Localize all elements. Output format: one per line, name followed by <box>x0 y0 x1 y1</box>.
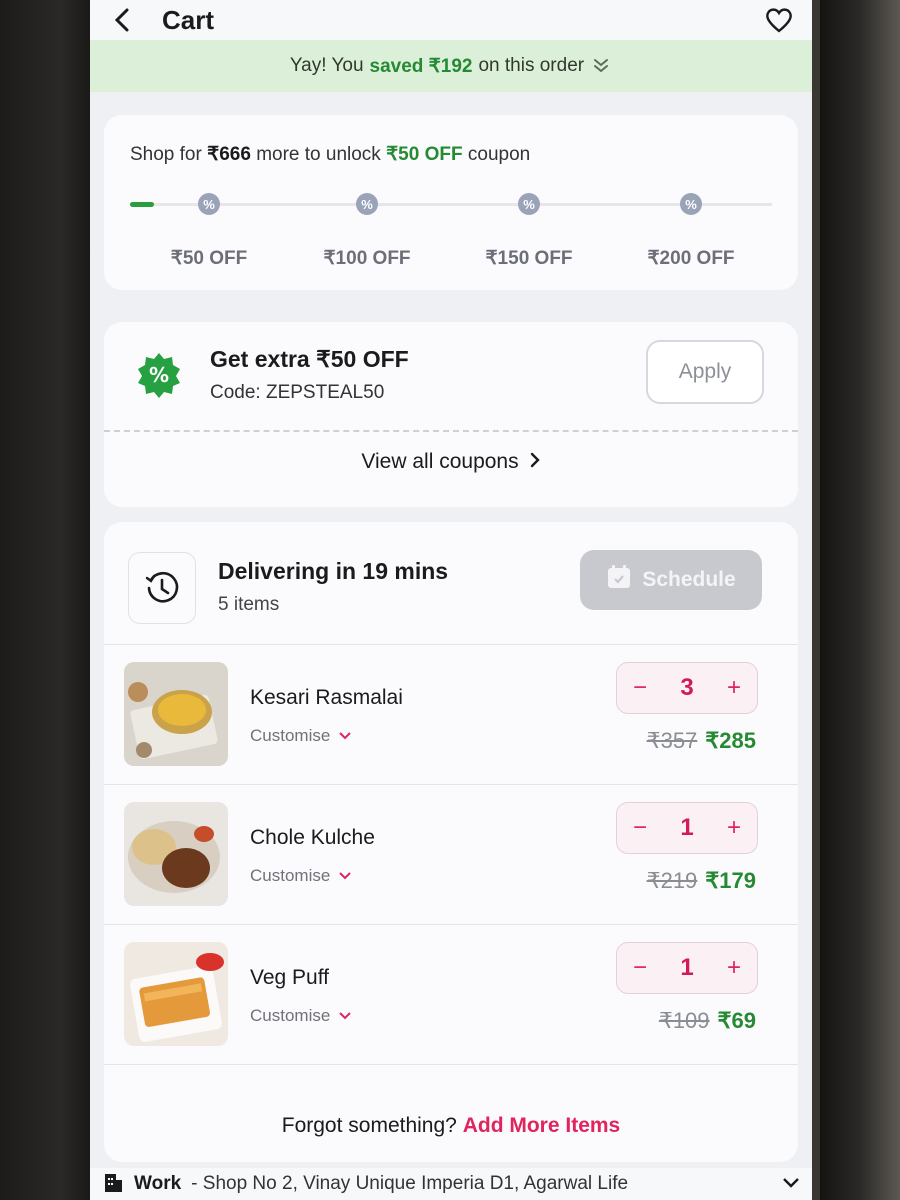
mrp-price: ₹109 <box>658 1008 710 1033</box>
customise-toggle[interactable]: Customise <box>250 866 352 886</box>
delivery-address-bar[interactable]: Work - Shop No 2, Vinay Unique Imperia D… <box>90 1168 812 1200</box>
chevron-down-icon <box>338 866 352 886</box>
sale-price: ₹179 <box>705 868 756 893</box>
wishlist-heart-icon[interactable] <box>764 7 794 33</box>
quantity-value: 1 <box>680 814 694 841</box>
svg-text:%: % <box>149 363 169 387</box>
offer-percent-icon: % <box>136 352 182 398</box>
quantity-stepper: − 1 + <box>616 942 758 994</box>
schedule-label: Schedule <box>642 568 736 591</box>
building-icon <box>102 1170 124 1198</box>
chevron-down-icon <box>338 1006 352 1026</box>
item-name: Chole Kulche <box>250 826 375 849</box>
savings-suffix: on this order <box>478 55 585 76</box>
item-price: ₹109 ₹69 <box>659 1008 756 1034</box>
savings-banner[interactable]: Yay! You saved ₹192 on this order <box>90 40 812 92</box>
quantity-stepper: − 3 + <box>616 662 758 714</box>
tier-3-discount-icon: % <box>518 193 540 215</box>
forgot-something-row: Forgot something? Add More Items <box>104 1114 798 1138</box>
page-title: Cart <box>162 4 215 35</box>
item-price: ₹219 ₹179 <box>647 868 756 894</box>
cp-reward: ₹50 OFF <box>386 144 463 165</box>
address-label: Work <box>134 1173 182 1194</box>
tier-2-discount-icon: % <box>356 193 378 215</box>
coupon-card: % Get extra ₹50 OFF Code: ZEPSTEAL50 App… <box>104 322 798 507</box>
savings-amount: saved ₹192 <box>369 55 473 77</box>
item-name: Veg Puff <box>250 966 330 989</box>
increment-button[interactable]: + <box>727 674 741 702</box>
chevron-down-icon <box>338 726 352 746</box>
cp-amount: ₹666 <box>207 144 251 165</box>
delivery-items-count: 5 items <box>218 594 280 615</box>
cp-middle: more to unlock <box>256 144 381 165</box>
chevron-down-icon <box>782 1173 800 1195</box>
chevron-right-icon <box>529 450 541 474</box>
decrement-button[interactable]: − <box>633 954 647 982</box>
customise-label: Customise <box>250 1006 331 1025</box>
sale-price: ₹285 <box>705 728 756 753</box>
address-text: - Shop No 2, Vinay Unique Imperia D1, Ag… <box>191 1173 629 1194</box>
item-name: Kesari Rasmalai <box>250 686 403 709</box>
coupon-progress-card: Shop for ₹666 more to unlock ₹50 OFF cou… <box>104 115 798 290</box>
delivery-card: Delivering in 19 mins 5 items Schedule K… <box>104 522 798 1162</box>
app-bar: Cart <box>90 0 812 40</box>
dashed-divider <box>104 430 798 432</box>
customise-label: Customise <box>250 866 331 885</box>
forgot-question: Forgot something? <box>281 1114 457 1137</box>
progress-fill <box>130 202 154 207</box>
cp-prefix: Shop for <box>130 144 202 165</box>
calendar-icon <box>606 564 632 596</box>
tier-4-discount-icon: % <box>680 193 702 215</box>
tier-4-label: ₹200 OFF <box>647 248 735 269</box>
cart-item: Kesari Rasmalai Customise − 3 + ₹357 ₹28… <box>104 644 798 782</box>
item-price: ₹357 ₹285 <box>647 728 756 754</box>
offer-title: Get extra ₹50 OFF <box>210 346 409 372</box>
tier-3-label: ₹150 OFF <box>485 248 573 269</box>
schedule-button[interactable]: Schedule <box>580 550 762 610</box>
decrement-button[interactable]: − <box>633 814 647 842</box>
clock-history-icon <box>128 552 196 624</box>
savings-prefix: Yay! You <box>289 55 364 76</box>
tier-2-label: ₹100 OFF <box>323 248 411 269</box>
cart-item: Chole Kulche Customise − 1 + ₹219 ₹179 <box>104 784 798 922</box>
quantity-value: 3 <box>680 674 694 701</box>
customise-label: Customise <box>250 726 331 745</box>
quantity-value: 1 <box>680 954 694 981</box>
sale-price: ₹69 <box>717 1008 756 1033</box>
view-all-coupons-label: View all coupons <box>361 450 519 473</box>
kesari-rasmalai-image <box>124 662 228 766</box>
back-arrow-icon[interactable] <box>108 6 136 34</box>
add-more-items-link[interactable]: Add More Items <box>463 1114 621 1137</box>
apply-coupon-button[interactable]: Apply <box>646 340 764 404</box>
cart-screen: Cart Yay! You saved ₹192 on this order S… <box>90 0 812 1200</box>
cart-item: Veg Puff Customise − 1 + ₹109 ₹69 <box>104 924 798 1062</box>
progress-track <box>130 202 772 207</box>
divider <box>104 1064 798 1065</box>
mrp-price: ₹219 <box>646 868 698 893</box>
delivery-eta-title: Delivering in 19 mins <box>218 558 449 584</box>
view-all-coupons-link[interactable]: View all coupons <box>104 450 798 474</box>
customise-toggle[interactable]: Customise <box>250 1006 352 1026</box>
increment-button[interactable]: + <box>727 954 741 982</box>
decrement-button[interactable]: − <box>633 674 647 702</box>
offer-code: Code: ZEPSTEAL50 <box>210 382 385 403</box>
increment-button[interactable]: + <box>727 814 741 842</box>
customise-toggle[interactable]: Customise <box>250 726 352 746</box>
quantity-stepper: − 1 + <box>616 802 758 854</box>
tier-1-discount-icon: % <box>198 193 220 215</box>
coupon-progress-text: Shop for ₹666 more to unlock ₹50 OFF cou… <box>130 143 530 166</box>
mrp-price: ₹357 <box>646 728 698 753</box>
tier-1-label: ₹50 OFF <box>170 248 248 269</box>
double-chevron-down-icon <box>590 55 612 77</box>
chole-kulche-image <box>124 802 228 906</box>
cp-suffix: coupon <box>467 144 531 165</box>
veg-puff-image <box>124 942 228 1046</box>
